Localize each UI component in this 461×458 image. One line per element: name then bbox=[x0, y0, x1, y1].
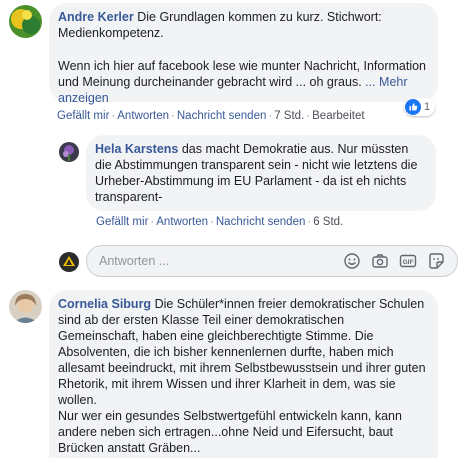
comment-bubble: Andre Kerler Die Grundlagen kommen zu ku… bbox=[49, 3, 438, 105]
comment-text-paragraph: Nur wer ein gesundes Selbstwertgefühl en… bbox=[58, 409, 402, 455]
reply-link[interactable]: Antworten bbox=[117, 110, 169, 122]
avatar bbox=[59, 252, 79, 272]
timestamp[interactable]: 6 Std. bbox=[313, 216, 343, 228]
gif-icon[interactable]: GIF bbox=[399, 252, 417, 270]
like-icon bbox=[405, 99, 421, 115]
comment-actions: Gefällt mir · Antworten · Nachricht senden · 6… bbox=[96, 216, 344, 228]
reaction-count: 1 bbox=[424, 101, 431, 113]
sticker-icon[interactable] bbox=[427, 252, 445, 270]
like-link[interactable]: Gefällt mir bbox=[96, 216, 148, 228]
comment-author[interactable]: Hela Karstens bbox=[95, 142, 178, 156]
comment-bubble: Hela Karstens das macht Demokratie aus. … bbox=[86, 135, 436, 211]
camera-icon[interactable] bbox=[371, 252, 389, 270]
reply-input[interactable]: Antworten ... GIF bbox=[86, 245, 458, 277]
avatar[interactable] bbox=[9, 5, 42, 38]
comment-bubble: Cornelia Siburg Die Schüler*innen freier… bbox=[49, 290, 438, 458]
avatar[interactable] bbox=[59, 142, 79, 162]
reaction-badge[interactable]: 1 bbox=[404, 98, 436, 116]
reply-placeholder: Antworten ... bbox=[99, 254, 170, 268]
timestamp[interactable]: 7 Std. bbox=[274, 110, 304, 122]
edited-label[interactable]: Bearbeitet bbox=[312, 110, 364, 122]
send-message-link[interactable]: Nachricht senden bbox=[177, 110, 267, 122]
comment-author[interactable]: Andre Kerler bbox=[58, 10, 134, 24]
comment-author[interactable]: Cornelia Siburg bbox=[58, 297, 151, 311]
comment-text: Cornelia Siburg Die Schüler*innen freier… bbox=[58, 297, 426, 407]
send-message-link[interactable]: Nachricht senden bbox=[216, 216, 306, 228]
comment-actions: Gefällt mir · Antworten · Nachricht senden · 7… bbox=[57, 110, 365, 122]
comment-text: Hela Karstens das macht Demokratie aus. … bbox=[95, 142, 418, 204]
comment-text: Andre Kerler Die Grundlagen kommen zu ku… bbox=[58, 10, 382, 40]
like-link[interactable]: Gefällt mir bbox=[57, 110, 109, 122]
comment-text-paragraph: Wenn ich hier auf facebook lese wie munt… bbox=[58, 59, 427, 105]
reply-link[interactable]: Antworten bbox=[156, 216, 208, 228]
svg-text:GIF: GIF bbox=[403, 259, 414, 266]
avatar[interactable] bbox=[9, 290, 42, 323]
emoji-icon[interactable] bbox=[343, 252, 361, 270]
